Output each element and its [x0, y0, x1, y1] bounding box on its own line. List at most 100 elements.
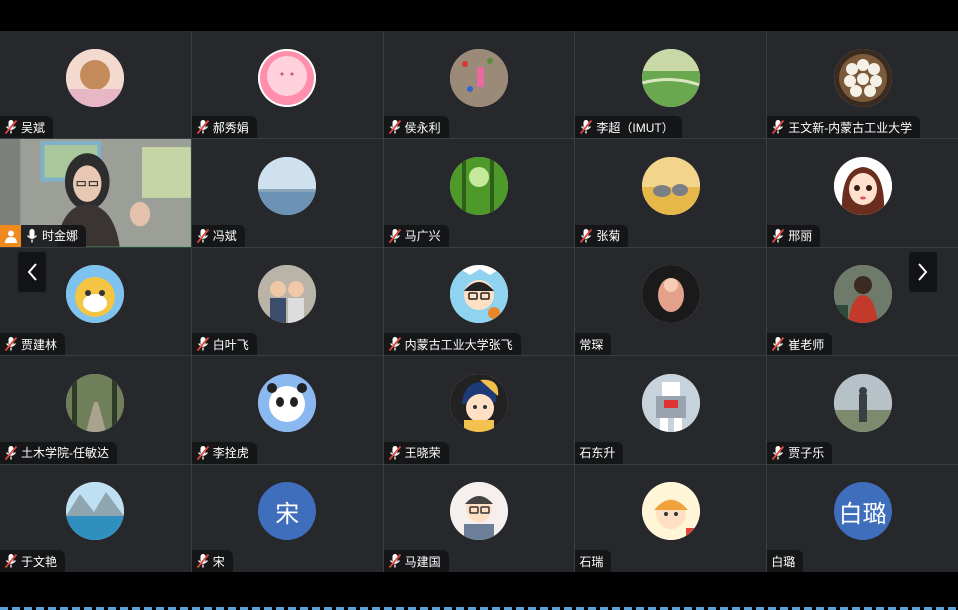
mic-muted-icon [388, 228, 402, 244]
participant-avatar [258, 373, 317, 432]
participant-name: 郝秀娟 [212, 120, 249, 135]
participant-nameplate: 马建国 [383, 550, 449, 572]
participant-nameplate: 白叶飞 [191, 333, 257, 356]
participant-name: 时金娜 [42, 229, 79, 244]
participant-nameplate: 土木学院-任敏达 [0, 441, 117, 464]
participant-nameplate: 邢丽 [767, 224, 821, 247]
participant-tile[interactable]: 石东升 [575, 356, 767, 464]
participant-nameplate: 郝秀娟 [191, 116, 257, 139]
prev-page-button[interactable] [18, 252, 46, 292]
participant-tile[interactable]: 张菊 [575, 139, 767, 247]
participant-tile[interactable]: 土木学院-任敏达 [0, 356, 191, 464]
mic-muted-icon [771, 119, 785, 135]
participant-tile[interactable]: 王文新-内蒙古工业大学 [767, 31, 958, 139]
participant-nameplate: 石东升 [575, 441, 624, 464]
participant-tile[interactable]: 郝秀娟 [191, 31, 383, 139]
participant-avatar [641, 482, 700, 541]
participant-name: 王文新-内蒙古工业大学 [788, 120, 913, 135]
participant-nameplate: 贾子乐 [767, 441, 833, 464]
participant-avatar [449, 265, 508, 324]
participant-nameplate: 冯斌 [191, 224, 245, 247]
participant-name: 内蒙古工业大学张飞 [404, 337, 513, 352]
participant-nameplate: 贾建林 [0, 333, 66, 356]
next-page-button[interactable] [909, 252, 937, 292]
participant-nameplate: 王文新-内蒙古工业大学 [767, 116, 921, 139]
participant-name: 吴斌 [21, 120, 46, 135]
participant-name: 常琛 [579, 337, 604, 352]
participant-avatar [833, 157, 892, 216]
participant-name: 贾子乐 [788, 446, 825, 461]
participant-tile[interactable]: 时金娜 [0, 139, 191, 247]
participant-avatar [833, 373, 892, 432]
participant-tile[interactable]: 白璐 白璐 [767, 464, 958, 572]
participant-tile[interactable]: 李超（IMUT） [575, 31, 767, 139]
mic-muted-icon [196, 445, 210, 461]
participant-nameplate: 白璐 [767, 550, 804, 572]
participant-name: 贾建林 [21, 337, 58, 352]
participant-name: 白璐 [771, 554, 796, 569]
participant-avatar [641, 265, 700, 324]
participant-grid: 吴斌 郝秀娟 侯永利 李超（IMUT） 王文新-内蒙古工业大学时金娜 冯斌 马广兴 张菊 邢丽贾… [0, 31, 958, 572]
participant-tile[interactable]: 冯斌 [191, 139, 383, 247]
participant-tile[interactable]: 内蒙古工业大学张飞 [383, 247, 575, 356]
mic-muted-icon [579, 228, 593, 244]
participant-name: 土木学院-任敏达 [21, 446, 109, 461]
participant-nameplate: 于文艳 [0, 550, 66, 572]
participant-tile[interactable]: 王晓荣 [383, 356, 575, 464]
participant-nameplate: 李超（IMUT） [575, 116, 682, 139]
participant-tile[interactable]: 吴斌 [0, 31, 191, 139]
participant-nameplate: 石瑞 [575, 550, 612, 572]
participant-tile[interactable]: 白叶飞 [191, 247, 383, 356]
participant-nameplate: 王晓荣 [383, 441, 449, 464]
mic-muted-icon [196, 119, 210, 135]
participant-avatar [641, 48, 700, 107]
participant-tile[interactable]: 贾子乐 [767, 356, 958, 464]
participant-tile[interactable]: 侯永利 [383, 31, 575, 139]
top-bar [0, 0, 958, 31]
mic-muted-icon [196, 553, 210, 569]
participant-tile[interactable]: 李拴虎 [191, 356, 383, 464]
participant-name: 王晓荣 [404, 446, 441, 461]
participant-nameplate: 内蒙古工业大学张飞 [383, 333, 521, 356]
participant-tile[interactable]: 常琛 [575, 247, 767, 356]
mic-muted-icon [4, 553, 18, 569]
participant-avatar: 宋 [258, 482, 317, 541]
participant-tile[interactable]: 马建国 [383, 464, 575, 572]
participant-name: 冯斌 [212, 229, 237, 244]
participant-tile[interactable]: 石瑞 [575, 464, 767, 572]
participant-avatar [66, 482, 125, 541]
participant-avatar [641, 373, 700, 432]
avatar-initial: 宋 [275, 500, 300, 528]
host-icon [0, 224, 21, 247]
participant-avatar [833, 265, 892, 324]
participant-tile[interactable]: 马广兴 [383, 139, 575, 247]
participant-avatar [641, 157, 700, 216]
participant-name: 李超（IMUT） [596, 120, 674, 135]
participant-name: 邢丽 [788, 229, 813, 244]
participant-tile[interactable]: 邢丽 [767, 139, 958, 247]
mic-muted-icon [196, 336, 210, 352]
bottom-bar [0, 572, 958, 610]
mic-muted-icon [4, 336, 18, 352]
participant-nameplate: 李拴虎 [191, 441, 257, 464]
mic-icon [25, 228, 39, 244]
participant-tile[interactable]: 于文艳 [0, 464, 191, 572]
participant-avatar [449, 482, 508, 541]
participant-avatar [449, 157, 508, 216]
chevron-right-icon [918, 263, 928, 281]
participant-tile[interactable]: 宋宋 [191, 464, 383, 572]
mic-muted-icon [196, 228, 210, 244]
participant-name: 白叶飞 [212, 337, 249, 352]
participant-avatar [833, 48, 892, 107]
participant-avatar [258, 265, 317, 324]
participant-avatar [449, 48, 508, 107]
participant-name: 李拴虎 [212, 446, 249, 461]
participant-nameplate: 常琛 [575, 333, 612, 356]
participant-nameplate: 宋 [191, 550, 233, 572]
participant-name: 侯永利 [404, 120, 441, 135]
participant-nameplate: 马广兴 [383, 224, 449, 247]
mic-muted-icon [771, 445, 785, 461]
chevron-left-icon [27, 263, 37, 281]
participant-name: 宋 [212, 554, 225, 569]
mic-muted-icon [388, 336, 402, 352]
